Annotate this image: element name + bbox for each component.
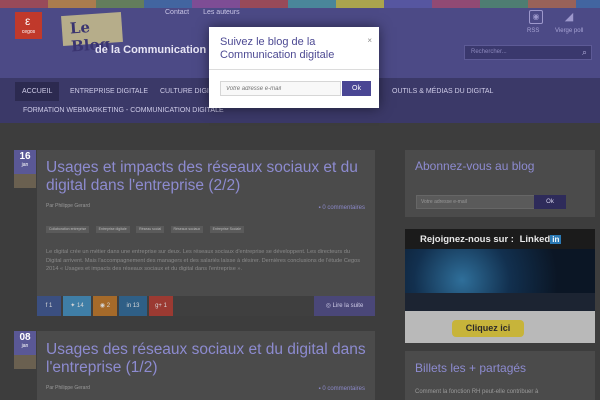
modal-email-input[interactable] <box>220 81 341 96</box>
modal-title: Suivez le blog de la Communication digit… <box>220 36 335 61</box>
close-icon[interactable]: × <box>367 36 372 45</box>
modal-divider <box>209 69 379 70</box>
modal-ok-button[interactable]: Ok <box>342 81 371 96</box>
subscribe-modal: Suivez le blog de la Communication digit… <box>209 27 379 108</box>
